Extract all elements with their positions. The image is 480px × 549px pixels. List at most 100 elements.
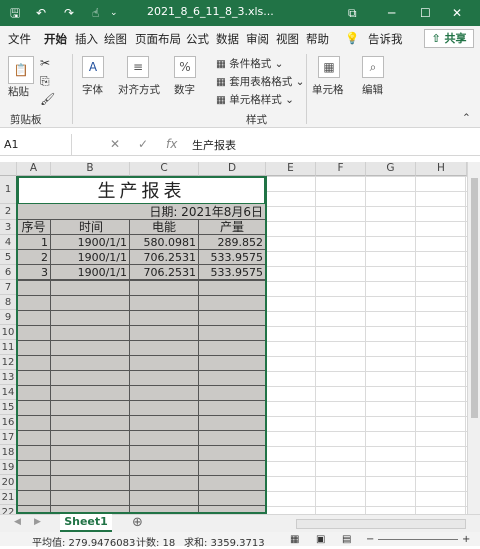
report-date[interactable]: 日期: 2021年8月6日: [17, 204, 266, 220]
row-header[interactable]: 4: [0, 235, 17, 250]
format-painter-icon[interactable]: 🖌: [40, 92, 55, 106]
spreadsheet-grid[interactable]: A B C D E F G H 1 2 3 4 5 6 7 8 9 10 11 …: [0, 162, 467, 514]
column-header-b[interactable]: B: [51, 162, 130, 176]
paste-label[interactable]: 粘贴: [8, 84, 29, 99]
header-energy[interactable]: 电能: [130, 220, 199, 235]
column-header-g[interactable]: G: [366, 162, 416, 176]
enter-icon[interactable]: ✓: [138, 137, 148, 151]
row-header[interactable]: 19: [0, 460, 17, 475]
cut-icon[interactable]: ✂: [40, 56, 50, 70]
row-header[interactable]: 17: [0, 430, 17, 445]
cells-icon[interactable]: ▦: [318, 56, 340, 78]
search-icon[interactable]: ⌕: [362, 56, 384, 78]
row-header[interactable]: 22: [0, 505, 17, 514]
table-cell[interactable]: 580.0981: [130, 235, 199, 250]
align-icon[interactable]: ≡: [127, 56, 149, 78]
menu-layout[interactable]: 页面布局: [135, 31, 181, 47]
menu-review[interactable]: 审阅: [246, 31, 269, 47]
row-header[interactable]: 13: [0, 370, 17, 385]
table-cell[interactable]: 1900/1/1: [51, 250, 130, 265]
edit-label[interactable]: 编辑: [362, 82, 383, 97]
table-cell[interactable]: 2: [17, 250, 51, 265]
cond-format-button[interactable]: ▦ 条件格式 ⌄: [216, 56, 283, 71]
cell-style-button[interactable]: ▦ 单元格样式 ⌄: [216, 92, 294, 107]
row-header[interactable]: 5: [0, 250, 17, 265]
row-header[interactable]: 3: [0, 220, 17, 235]
menu-help[interactable]: 帮助: [306, 31, 329, 47]
table-cell[interactable]: 1900/1/1: [51, 235, 130, 250]
row-header[interactable]: 11: [0, 340, 17, 355]
menu-draw[interactable]: 绘图: [104, 31, 127, 47]
vertical-scrollbar[interactable]: [467, 162, 480, 514]
header-time[interactable]: 时间: [51, 220, 130, 235]
row-header[interactable]: 8: [0, 295, 17, 310]
align-label[interactable]: 对齐方式: [118, 82, 160, 97]
row-header[interactable]: 12: [0, 355, 17, 370]
zoom-in-icon[interactable]: +: [462, 534, 470, 545]
table-cell[interactable]: 289.852: [199, 235, 266, 250]
row-header[interactable]: 9: [0, 310, 17, 325]
row-header[interactable]: 18: [0, 445, 17, 460]
menu-insert[interactable]: 插入: [75, 31, 98, 47]
column-header-a[interactable]: A: [17, 162, 51, 176]
table-cell[interactable]: 3: [17, 265, 51, 280]
zoom-slider[interactable]: [378, 539, 458, 540]
redo-icon[interactable]: ↷: [64, 4, 74, 22]
menu-home[interactable]: 开始: [44, 31, 67, 52]
column-header-d[interactable]: D: [199, 162, 266, 176]
table-format-button[interactable]: ▦ 套用表格格式 ⌄: [216, 74, 304, 89]
collapse-ribbon-icon[interactable]: ⌃: [462, 112, 471, 124]
header-output[interactable]: 产量: [199, 220, 266, 235]
page-break-icon[interactable]: ▤: [342, 534, 351, 545]
function-icon[interactable]: fx: [166, 137, 177, 151]
menu-view[interactable]: 视图: [276, 31, 299, 47]
maximize-icon[interactable]: ☐: [420, 4, 431, 22]
menu-formulas[interactable]: 公式: [186, 31, 209, 47]
ribbon-display-icon[interactable]: ⧉: [348, 4, 357, 22]
cells-label[interactable]: 单元格: [312, 82, 344, 97]
row-header[interactable]: 14: [0, 385, 17, 400]
menu-file[interactable]: 文件: [8, 31, 31, 47]
minimize-icon[interactable]: ─: [388, 4, 395, 22]
horizontal-scrollbar[interactable]: [296, 519, 466, 529]
row-header[interactable]: 15: [0, 400, 17, 415]
table-cell[interactable]: 1: [17, 235, 51, 250]
row-header[interactable]: 20: [0, 475, 17, 490]
empty-grid-area[interactable]: [266, 176, 467, 514]
table-cell[interactable]: 533.9575: [199, 265, 266, 280]
row-header[interactable]: 21: [0, 490, 17, 505]
formula-input[interactable]: 生产报表: [192, 137, 236, 153]
copy-icon[interactable]: ⎘: [40, 74, 50, 89]
row-header[interactable]: 16: [0, 415, 17, 430]
tab-sheet1[interactable]: Sheet1: [60, 514, 112, 532]
header-index[interactable]: 序号: [17, 220, 51, 235]
dropdown-icon[interactable]: ⌄: [110, 4, 118, 22]
zoom-out-icon[interactable]: −: [366, 534, 374, 545]
scrollbar-thumb[interactable]: [471, 178, 478, 418]
name-box[interactable]: A1: [0, 134, 72, 155]
font-label[interactable]: 字体: [82, 82, 103, 97]
normal-view-icon[interactable]: ▦: [290, 534, 299, 545]
undo-icon[interactable]: ↶: [36, 4, 46, 22]
column-header-e[interactable]: E: [266, 162, 316, 176]
prev-sheet-icon[interactable]: ◀: [14, 517, 21, 527]
column-header-c[interactable]: C: [130, 162, 199, 176]
row-header[interactable]: 7: [0, 280, 17, 295]
row-header[interactable]: 10: [0, 325, 17, 340]
add-sheet-icon[interactable]: ⊕: [132, 515, 143, 530]
table-cell[interactable]: 706.2531: [130, 265, 199, 280]
percent-icon[interactable]: %: [174, 56, 196, 78]
table-cell[interactable]: 533.9575: [199, 250, 266, 265]
cancel-icon[interactable]: ✕: [110, 137, 120, 151]
save-icon[interactable]: 🖫: [10, 4, 20, 22]
column-header-h[interactable]: H: [416, 162, 467, 176]
page-layout-icon[interactable]: ▣: [316, 534, 325, 545]
share-button[interactable]: ⇧ 共享: [424, 29, 474, 48]
menu-data[interactable]: 数据: [216, 31, 239, 47]
table-cell[interactable]: 706.2531: [130, 250, 199, 265]
next-sheet-icon[interactable]: ▶: [34, 517, 41, 527]
row-header[interactable]: 2: [0, 204, 17, 220]
row-header[interactable]: 6: [0, 265, 17, 280]
paste-icon[interactable]: 📋: [8, 56, 34, 84]
report-title[interactable]: 生产报表: [17, 176, 266, 204]
